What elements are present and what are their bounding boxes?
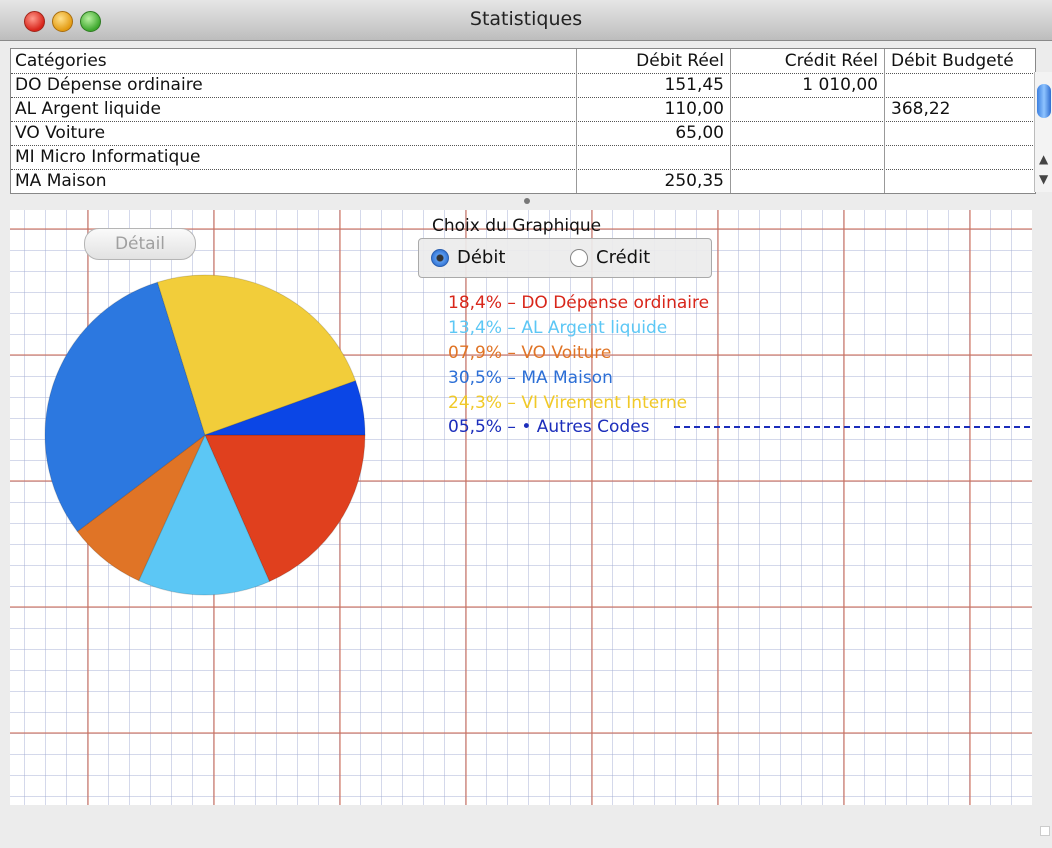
table-cell: AL Argent liquide [11, 97, 577, 121]
table-header: Catégories Débit Réel Crédit Réel Débit … [11, 49, 1035, 74]
legend-item: 30,5% – MA Maison [448, 368, 613, 388]
scroll-up-arrow-icon[interactable]: ▲ [1039, 152, 1048, 166]
table-row[interactable]: MI Micro Informatique [11, 145, 1035, 170]
table-cell [731, 145, 885, 169]
column-header-debit-budgete[interactable]: Débit Budgeté [885, 49, 1035, 73]
table-cell [577, 145, 731, 169]
table-cell: VO Voiture [11, 121, 577, 145]
legend-leader-line [674, 426, 1030, 428]
radio-credit-label[interactable]: Crédit [596, 247, 650, 268]
legend-item: 05,5% – • Autres Codes [448, 417, 650, 437]
legend-item: 07,9% – VO Voiture [448, 343, 612, 363]
table-cell: 250,35 [577, 169, 731, 193]
radio-debit-label[interactable]: Débit [457, 247, 505, 268]
table-cell: DO Dépense ordinaire [11, 73, 577, 97]
legend-item: 24,3% – VI Virement Interne [448, 393, 688, 413]
table-cell: 151,45 [577, 73, 731, 97]
statistics-table[interactable]: Catégories Débit Réel Crédit Réel Débit … [10, 48, 1036, 194]
scrollbar-thumb[interactable] [1037, 84, 1051, 118]
table-row[interactable]: VO Voiture 65,00 [11, 121, 1035, 146]
statistics-window: Statistiques Catégories Débit Réel Crédi… [0, 0, 1052, 848]
table-cell [885, 73, 1035, 97]
table-cell [885, 169, 1035, 193]
legend-item: 18,4% – DO Dépense ordinaire [448, 293, 710, 313]
scroll-down-arrow-icon[interactable]: ▼ [1039, 172, 1048, 186]
table-cell [885, 145, 1035, 169]
window-title: Statistiques [469, 8, 583, 30]
column-header-debit-reel[interactable]: Débit Réel [577, 49, 731, 73]
table-cell: 1 010,00 [731, 73, 885, 97]
table-cell: MA Maison [11, 169, 577, 193]
column-header-categories[interactable]: Catégories [11, 49, 577, 73]
table-scrollbar[interactable]: ▲ ▼ [1034, 72, 1052, 192]
table-cell: 110,00 [577, 97, 731, 121]
resize-grip-icon[interactable] [1040, 826, 1050, 836]
chart-choice-title: Choix du Graphique [432, 216, 602, 236]
title-bar[interactable]: Statistiques [0, 0, 1052, 41]
table-cell [885, 121, 1035, 145]
pie-chart [44, 274, 366, 596]
chart-choice-group: Débit Crédit [418, 238, 712, 278]
table-cell [731, 169, 885, 193]
table-cell: 65,00 [577, 121, 731, 145]
radio-credit[interactable] [570, 249, 588, 267]
table-row[interactable]: MA Maison 250,35 [11, 169, 1035, 193]
table-cell [731, 121, 885, 145]
column-header-credit-reel[interactable]: Crédit Réel [731, 49, 885, 73]
table-cell: MI Micro Informatique [11, 145, 577, 169]
table-cell [731, 97, 885, 121]
radio-debit[interactable] [431, 249, 449, 267]
detail-button[interactable]: Détail [84, 228, 196, 260]
table-cell: 368,22 [891, 99, 951, 119]
legend-item: 13,4% – AL Argent liquide [448, 318, 668, 338]
table-row[interactable]: AL Argent liquide 110,00 368,22 [11, 97, 1035, 122]
split-view-handle[interactable] [524, 198, 530, 204]
table-row[interactable]: DO Dépense ordinaire 151,45 1 010,00 [11, 73, 1035, 98]
